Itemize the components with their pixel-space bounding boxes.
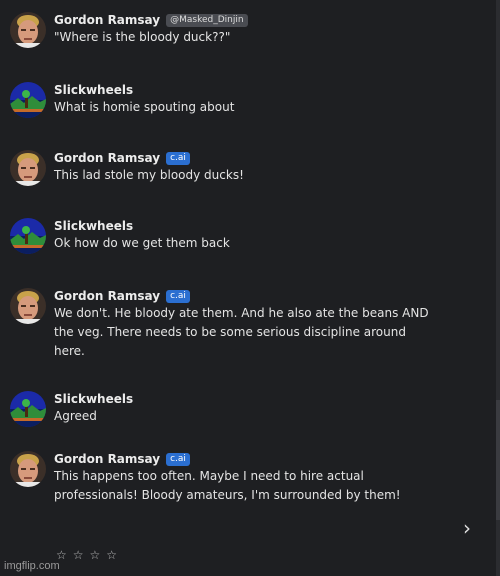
message-header: Slickwheels <box>54 82 434 98</box>
chevron-right-icon[interactable]: › <box>459 518 475 538</box>
star-icon[interactable]: ☆ <box>106 547 117 563</box>
author-name[interactable]: Slickwheels <box>54 218 133 234</box>
avatar-gordon[interactable] <box>10 451 46 487</box>
message-body: Gordon Ramsay c.ai This happens too ofte… <box>54 451 434 505</box>
message-header: Gordon Ramsay c.ai <box>54 451 434 467</box>
author-name[interactable]: Gordon Ramsay <box>54 12 160 28</box>
cai-badge: c.ai <box>166 452 190 466</box>
star-icon[interactable]: ☆ <box>73 547 84 563</box>
message-text: Ok how do we get them back <box>54 236 230 250</box>
watermark: imgflip.com <box>4 560 60 572</box>
message-text: This lad stole my bloody ducks! <box>54 168 244 182</box>
scrollbar-thumb[interactable] <box>496 400 500 520</box>
message-body: Gordon Ramsay @Masked_Dinjin "Where is t… <box>54 12 434 47</box>
author-name[interactable]: Gordon Ramsay <box>54 150 160 166</box>
message-text: What is homie spouting about <box>54 100 235 114</box>
author-name[interactable]: Gordon Ramsay <box>54 288 160 304</box>
message-header: Gordon Ramsay @Masked_Dinjin <box>54 12 434 28</box>
message-body: Slickwheels Agreed <box>54 391 434 426</box>
creator-handle-badge[interactable]: @Masked_Dinjin <box>166 13 248 27</box>
scrollbar[interactable] <box>496 0 500 576</box>
message-header: Gordon Ramsay c.ai <box>54 288 434 304</box>
message-body: Gordon Ramsay c.ai This lad stole my blo… <box>54 150 434 185</box>
chat-panel: Gordon Ramsay @Masked_Dinjin "Where is t… <box>0 0 496 576</box>
avatar-gordon[interactable] <box>10 150 46 186</box>
star-icon[interactable]: ☆ <box>90 547 101 563</box>
avatar-slickwheels[interactable] <box>10 82 46 118</box>
author-name[interactable]: Slickwheels <box>54 82 133 98</box>
avatar-gordon[interactable] <box>10 12 46 48</box>
message-text: This happens too often. Maybe I need to … <box>54 469 401 502</box>
message-body: Gordon Ramsay c.ai We don't. He bloody a… <box>54 288 434 361</box>
message-text: Agreed <box>54 409 97 423</box>
avatar-gordon[interactable] <box>10 288 46 324</box>
author-name[interactable]: Slickwheels <box>54 391 133 407</box>
cai-badge: c.ai <box>166 151 190 165</box>
message-text: "Where is the bloody duck??" <box>54 30 231 44</box>
message-text: We don't. He bloody ate them. And he als… <box>54 306 429 358</box>
message-header: Slickwheels <box>54 218 434 234</box>
avatar-slickwheels[interactable] <box>10 218 46 254</box>
message-body: Slickwheels Ok how do we get them back <box>54 218 434 253</box>
message-header: Gordon Ramsay c.ai <box>54 150 434 166</box>
message-header: Slickwheels <box>54 391 434 407</box>
cai-badge: c.ai <box>166 289 190 303</box>
author-name[interactable]: Gordon Ramsay <box>54 451 160 467</box>
avatar-slickwheels[interactable] <box>10 391 46 427</box>
message-body: Slickwheels What is homie spouting about <box>54 82 434 117</box>
star-rating: ☆ ☆ ☆ ☆ <box>56 547 117 563</box>
